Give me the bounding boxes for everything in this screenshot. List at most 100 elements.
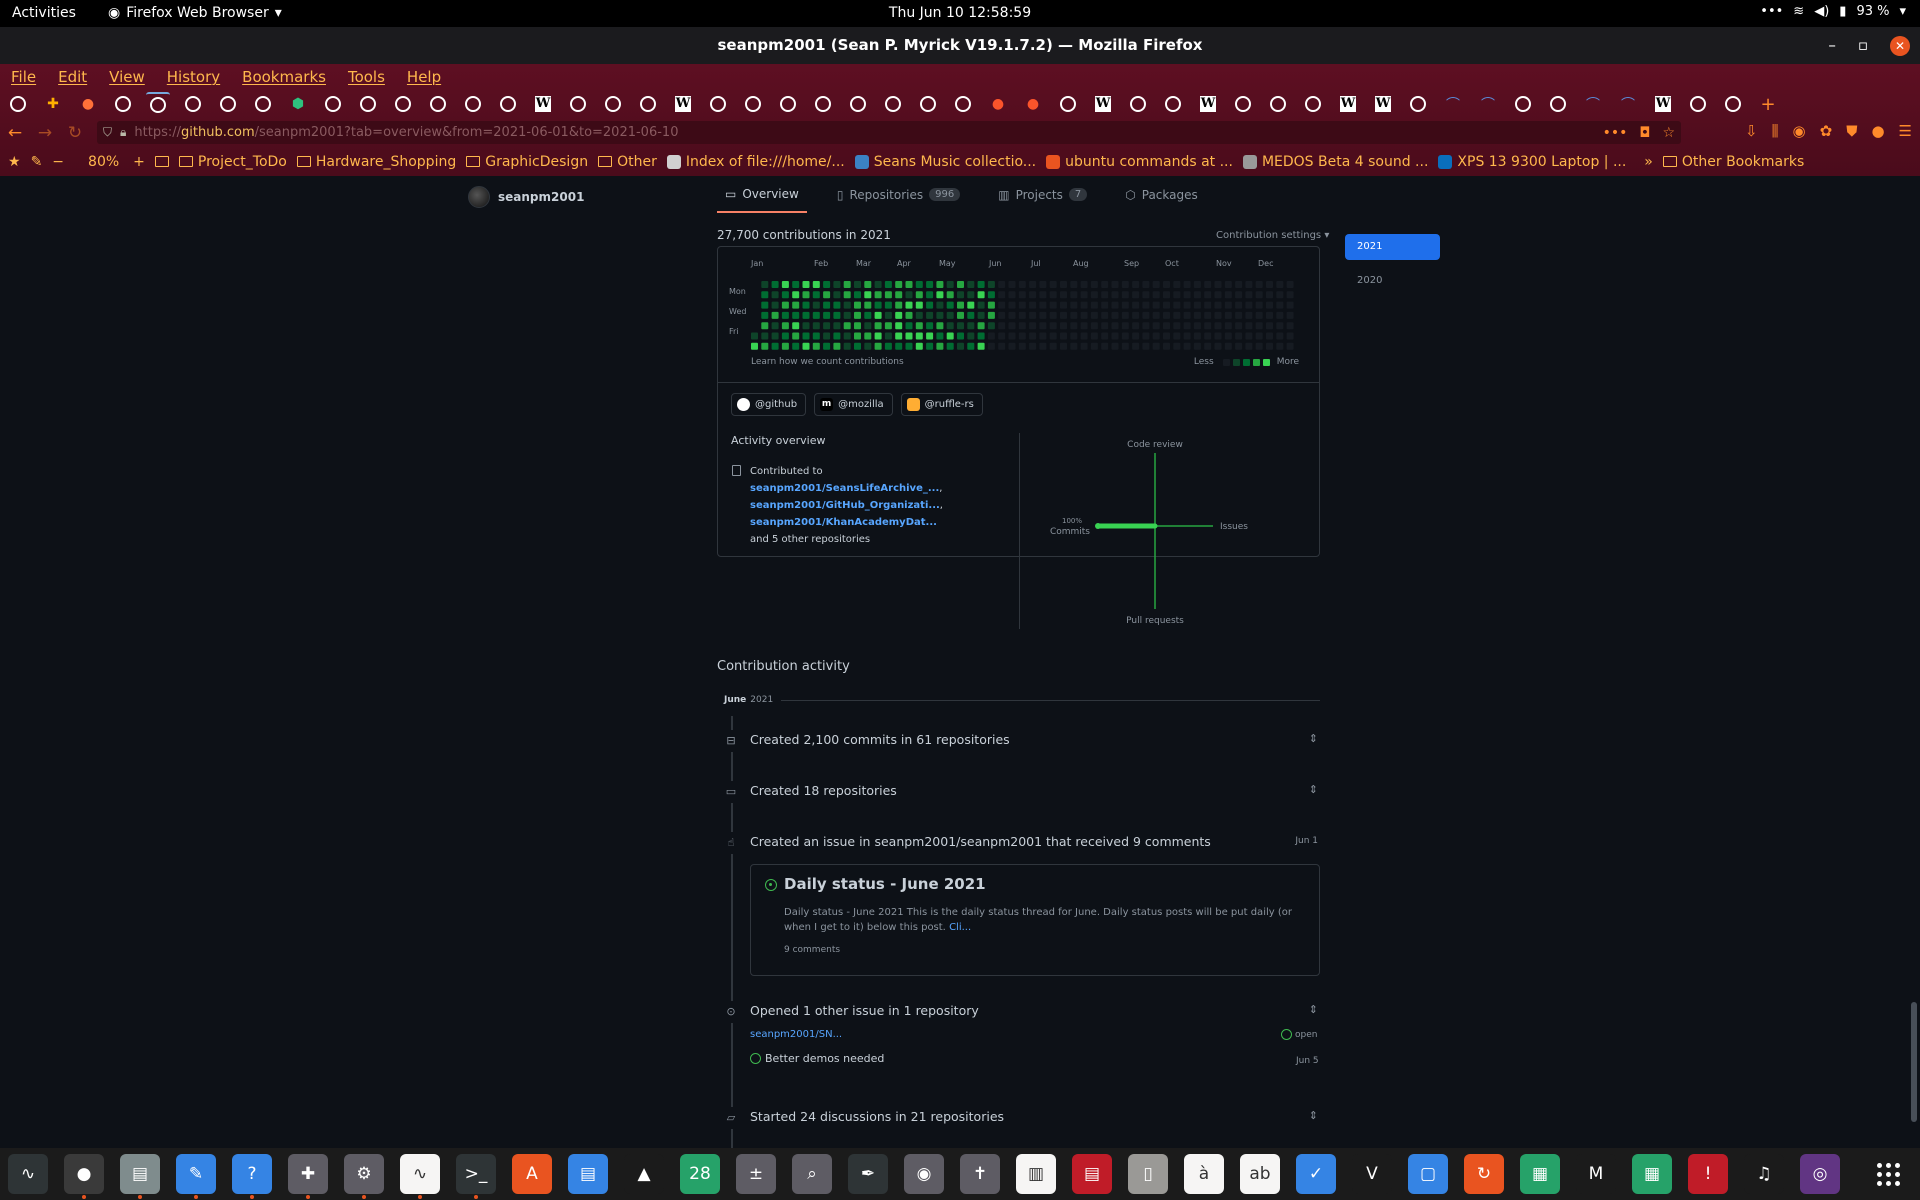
contribution-day[interactable] [1214, 281, 1222, 288]
contribution-day[interactable] [1183, 311, 1191, 319]
contribution-day[interactable] [895, 281, 903, 288]
contribution-day[interactable] [1049, 311, 1057, 319]
tab-wikipedia[interactable]: W [671, 92, 695, 116]
menu-help[interactable]: Help [396, 64, 452, 89]
contribution-day[interactable] [1286, 332, 1294, 340]
tab-wikipedia[interactable]: W [1091, 92, 1115, 116]
tab-brave[interactable]: ● [986, 92, 1010, 116]
contribution-day[interactable] [854, 332, 861, 340]
contribution-day[interactable] [1266, 311, 1273, 319]
contribution-day[interactable] [895, 291, 903, 299]
contribution-day[interactable] [1193, 342, 1201, 350]
contribution-day[interactable] [926, 342, 934, 350]
contribution-day[interactable] [926, 281, 934, 288]
app-menu[interactable]: ◉ Firefox Web Browser ▾ [108, 5, 282, 21]
contribution-day[interactable] [812, 332, 820, 340]
contribution-day[interactable] [1173, 322, 1181, 330]
contribution-day[interactable] [802, 311, 810, 319]
contribution-day[interactable] [884, 332, 892, 340]
contribution-day[interactable] [936, 281, 944, 288]
contribution-day[interactable] [1049, 322, 1057, 330]
contribution-day[interactable] [1235, 281, 1243, 288]
contribution-day[interactable] [812, 301, 820, 309]
contribution-day[interactable] [1255, 301, 1263, 309]
contribution-day[interactable] [843, 301, 851, 309]
tab-github[interactable] [1721, 92, 1745, 116]
contribution-day[interactable] [926, 291, 934, 299]
tab-wikipedia[interactable]: W [1371, 92, 1395, 116]
contribution-day[interactable] [874, 332, 882, 340]
tab-github[interactable] [1266, 92, 1290, 116]
contribution-day[interactable] [967, 322, 975, 330]
dock-reader-icon[interactable]: ▤ [1072, 1154, 1112, 1194]
contribution-day[interactable] [1018, 291, 1026, 299]
forward-button[interactable]: → [30, 123, 60, 143]
contribution-day[interactable] [1152, 332, 1160, 340]
tab-packages[interactable]: ⬡ Packages [1117, 176, 1205, 213]
dock-calendar-icon[interactable]: 28 [680, 1154, 720, 1194]
dock-vlc-icon[interactable]: ▲ [624, 1154, 664, 1194]
contribution-day[interactable] [905, 311, 913, 319]
contribution-day[interactable] [1245, 301, 1253, 309]
dock-mario-icon[interactable]: M [1576, 1154, 1616, 1194]
contribution-day[interactable] [1163, 342, 1170, 350]
tab-github[interactable] [321, 92, 345, 116]
library-icon[interactable]: ⫼ [1772, 122, 1779, 140]
contribution-day[interactable] [1152, 301, 1160, 309]
contribution-day[interactable] [926, 311, 934, 319]
tab-github[interactable] [426, 92, 450, 116]
contribution-day[interactable] [761, 332, 769, 340]
contribution-day[interactable] [864, 291, 872, 299]
contribution-day[interactable] [1101, 332, 1109, 340]
contribution-day[interactable] [1060, 301, 1067, 309]
contribution-day[interactable] [1152, 311, 1160, 319]
contribution-day[interactable] [946, 281, 954, 288]
dock-writer-icon[interactable]: ▤ [568, 1154, 608, 1194]
menu-file[interactable]: File [0, 64, 47, 89]
contribution-day[interactable] [792, 301, 800, 309]
year-2021[interactable]: 2021 [1345, 234, 1440, 260]
repo-link[interactable]: seanpm2001/SN... [750, 1029, 842, 1040]
contribution-day[interactable] [895, 311, 903, 319]
other-bookmarks[interactable]: Other Bookmarks [1662, 154, 1804, 170]
new-tab-button[interactable]: + [1756, 92, 1780, 116]
username[interactable]: seanpm2001 [498, 190, 584, 204]
contribution-day[interactable] [1060, 291, 1067, 299]
contribution-day[interactable] [884, 342, 892, 350]
contribution-day[interactable] [1152, 291, 1160, 299]
show-apps-icon[interactable] [1868, 1154, 1908, 1194]
contribution-day[interactable] [1245, 311, 1253, 319]
page-scrollbar[interactable] [1908, 176, 1920, 1148]
new-folder-icon[interactable] [154, 156, 169, 167]
contribution-day[interactable] [1224, 281, 1232, 288]
dock-camera-icon[interactable]: ◎ [1800, 1154, 1840, 1194]
contribution-day[interactable] [751, 332, 758, 340]
contribution-day[interactable] [946, 311, 954, 319]
tab-github[interactable] [846, 92, 870, 116]
contribution-day[interactable] [1193, 322, 1201, 330]
contribution-day[interactable] [967, 311, 975, 319]
dock-help-icon[interactable]: ? [232, 1154, 272, 1199]
contribution-day[interactable] [884, 281, 892, 288]
contribution-day[interactable] [1163, 322, 1170, 330]
contribution-day[interactable] [915, 281, 923, 288]
contribution-day[interactable] [1039, 281, 1047, 288]
contribution-day[interactable] [1142, 291, 1150, 299]
contribution-day[interactable] [1060, 342, 1067, 350]
contribution-day[interactable] [781, 322, 789, 330]
contribution-day[interactable] [957, 281, 964, 288]
dock-todo-icon[interactable]: ✓ [1296, 1154, 1336, 1194]
contribution-day[interactable] [987, 311, 995, 319]
contribution-day[interactable] [1070, 291, 1078, 299]
contribution-day[interactable] [1163, 301, 1170, 309]
issue-link[interactable]: Better demos needed [750, 1052, 884, 1065]
contribution-day[interactable] [1266, 281, 1273, 288]
contribution-day[interactable] [792, 342, 800, 350]
contribution-day[interactable] [823, 301, 831, 309]
contribution-day[interactable] [957, 311, 964, 319]
dock-terminal-icon[interactable]: >_ [456, 1154, 496, 1199]
contribution-day[interactable] [1039, 332, 1047, 340]
contribution-day[interactable] [915, 301, 923, 309]
contribution-day[interactable] [1173, 301, 1181, 309]
zoom-out-icon[interactable]: − [52, 154, 64, 170]
